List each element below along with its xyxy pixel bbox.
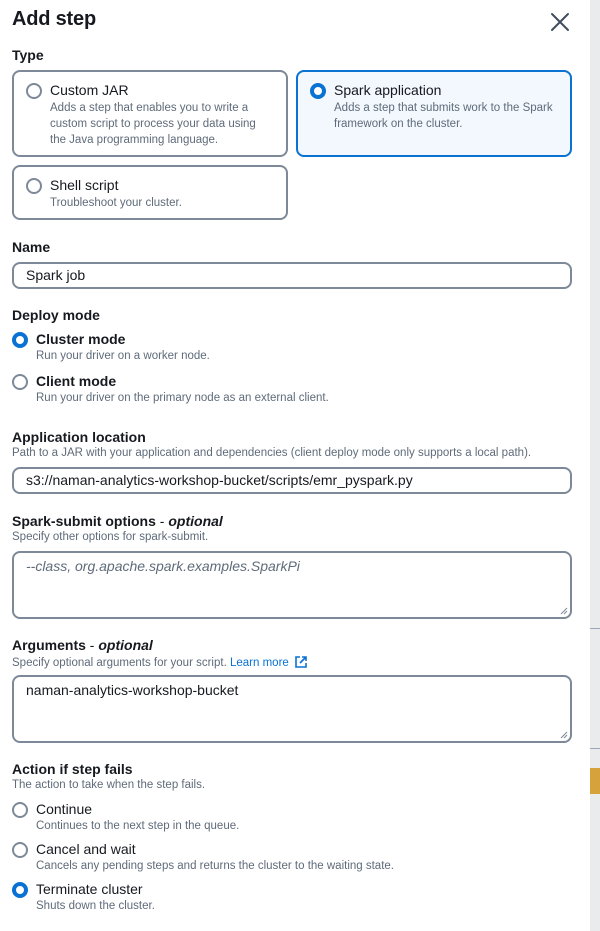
type-option-spark-application[interactable]: Spark application Adds a step that submi… bbox=[296, 70, 572, 157]
name-input[interactable]: Spark job bbox=[12, 262, 572, 289]
arguments-desc: Specify optional arguments for your scri… bbox=[12, 655, 308, 669]
background-page bbox=[590, 0, 600, 931]
background-divider bbox=[590, 628, 600, 629]
name-label: Name bbox=[12, 239, 51, 255]
deploy-option-cluster-mode[interactable]: Cluster mode Run your driver on a worker… bbox=[12, 331, 572, 367]
learn-more-text: Learn more bbox=[229, 657, 289, 669]
type-option-title: Shell script bbox=[50, 177, 119, 193]
spark-submit-textarea[interactable]: --class, org.apache.spark.examples.Spark… bbox=[12, 551, 572, 619]
app-location-desc: Path to a JAR with your application and … bbox=[12, 447, 532, 459]
failure-option-desc: Cancels any pending steps and returns th… bbox=[36, 860, 394, 872]
arguments-desc-text: Specify optional arguments for your scri… bbox=[12, 657, 227, 669]
radio-continue[interactable] bbox=[12, 802, 28, 818]
radio-custom-jar[interactable] bbox=[26, 83, 42, 99]
app-location-label: Application location bbox=[12, 429, 146, 445]
failure-option-desc: Shuts down the cluster. bbox=[36, 900, 155, 912]
arguments-label-text: Arguments bbox=[12, 637, 86, 653]
app-location-input[interactable]: s3://naman-analytics-workshop-bucket/scr… bbox=[12, 467, 572, 494]
spark-submit-placeholder: --class, org.apache.spark.examples.Spark… bbox=[26, 558, 300, 574]
deploy-mode-label: Deploy mode bbox=[12, 307, 100, 323]
radio-terminate-cluster[interactable] bbox=[12, 882, 28, 898]
deploy-option-desc: Run your driver on a worker node. bbox=[36, 350, 210, 362]
resize-handle-icon[interactable] bbox=[558, 729, 568, 739]
optional-tag: optional bbox=[98, 637, 153, 653]
action-on-failure-label: Action if step fails bbox=[12, 761, 133, 777]
action-on-failure-desc: The action to take when the step fails. bbox=[12, 779, 206, 791]
radio-cluster-mode[interactable] bbox=[12, 332, 28, 348]
radio-shell-script[interactable] bbox=[26, 178, 42, 194]
type-option-custom-jar[interactable]: Custom JAR Adds a step that enables you … bbox=[12, 70, 288, 157]
deploy-option-title: Cluster mode bbox=[36, 331, 126, 347]
resize-handle-icon[interactable] bbox=[558, 605, 568, 615]
radio-client-mode[interactable] bbox=[12, 374, 28, 390]
type-option-desc: Adds a step that submits work to the Spa… bbox=[334, 102, 553, 130]
type-option-shell-script[interactable]: Shell script Troubleshoot your cluster. bbox=[12, 165, 288, 220]
failure-option-terminate-cluster[interactable]: Terminate cluster Shuts down the cluster… bbox=[12, 881, 572, 917]
dialog-title: Add step bbox=[12, 8, 96, 30]
failure-option-title: Terminate cluster bbox=[36, 881, 143, 897]
app-location-value: s3://naman-analytics-workshop-bucket/scr… bbox=[26, 472, 413, 488]
background-button bbox=[590, 768, 600, 794]
external-link-icon bbox=[295, 656, 307, 668]
radio-spark-application[interactable] bbox=[310, 83, 326, 99]
deploy-option-desc: Run your driver on the primary node as a… bbox=[36, 392, 329, 404]
background-divider bbox=[590, 748, 600, 749]
name-input-value: Spark job bbox=[26, 267, 86, 283]
arguments-textarea[interactable]: naman-analytics-workshop-bucket bbox=[12, 675, 572, 743]
type-option-desc: Troubleshoot your cluster. bbox=[50, 197, 182, 209]
failure-option-cancel-and-wait[interactable]: Cancel and wait Cancels any pending step… bbox=[12, 841, 572, 877]
failure-option-title: Continue bbox=[36, 801, 93, 817]
failure-option-continue[interactable]: Continue Continues to the next step in t… bbox=[12, 801, 572, 837]
type-label: Type bbox=[12, 47, 44, 63]
spark-submit-label: Spark-submit options - optional bbox=[12, 513, 223, 529]
label-separator: - bbox=[155, 513, 169, 529]
label-separator: - bbox=[85, 637, 99, 653]
optional-tag: optional bbox=[168, 513, 223, 529]
close-button[interactable] bbox=[546, 8, 574, 36]
failure-option-title: Cancel and wait bbox=[36, 841, 136, 857]
spark-submit-label-text: Spark-submit options bbox=[12, 513, 156, 529]
type-option-desc: Adds a step that enables you to write a … bbox=[50, 102, 256, 146]
radio-cancel-and-wait[interactable] bbox=[12, 842, 28, 858]
type-option-title: Spark application bbox=[334, 82, 442, 98]
learn-more-link[interactable]: Learn more bbox=[229, 656, 308, 669]
add-step-dialog: Add step Type Custom JAR Adds a step tha… bbox=[0, 0, 590, 931]
close-icon bbox=[551, 13, 569, 31]
deploy-option-title: Client mode bbox=[36, 373, 117, 389]
arguments-label: Arguments - optional bbox=[12, 637, 153, 653]
deploy-option-client-mode[interactable]: Client mode Run your driver on the prima… bbox=[12, 373, 572, 409]
failure-option-desc: Continues to the next step in the queue. bbox=[36, 820, 240, 832]
type-option-title: Custom JAR bbox=[50, 82, 129, 98]
spark-submit-desc: Specify other options for spark-submit. bbox=[12, 531, 209, 543]
arguments-value: naman-analytics-workshop-bucket bbox=[26, 682, 239, 698]
